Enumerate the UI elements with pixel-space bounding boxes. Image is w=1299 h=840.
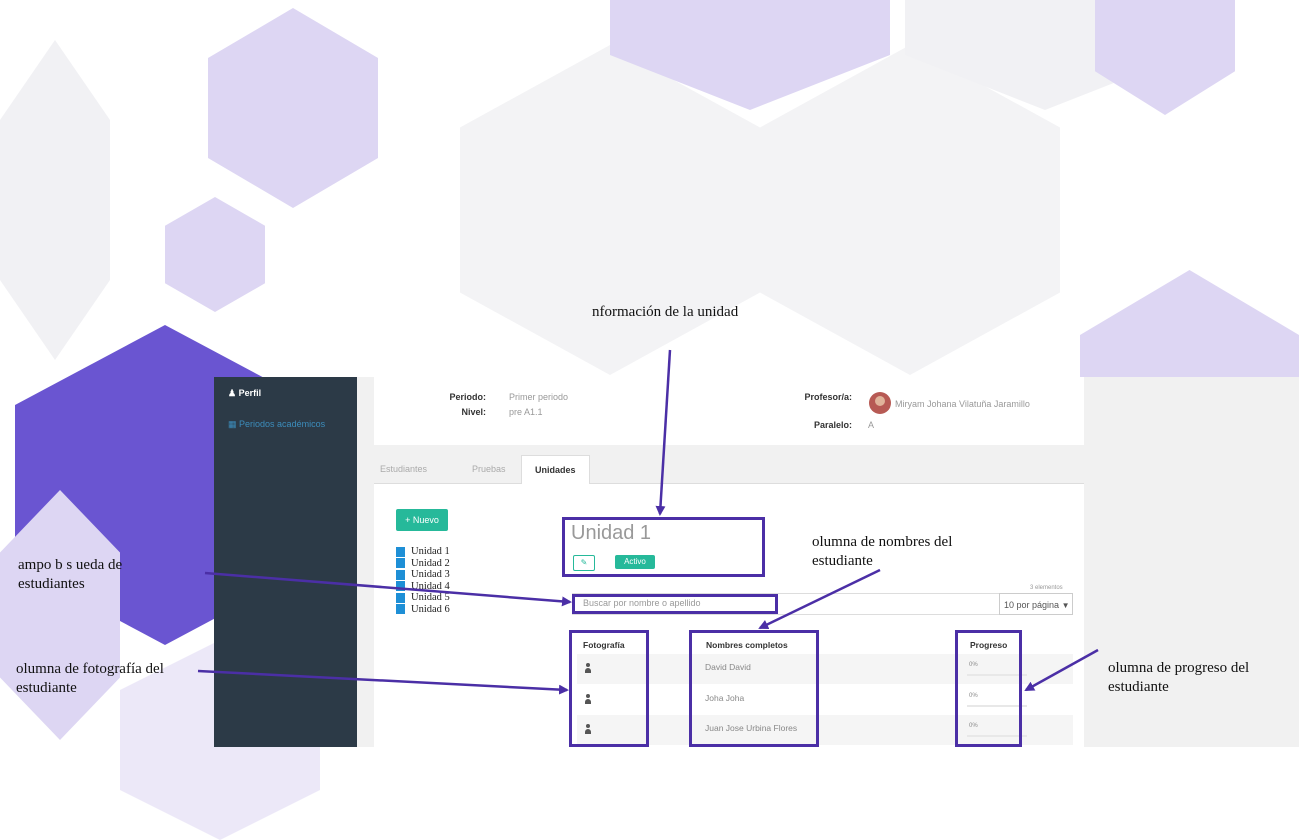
annotation-progress-column: olumna de progreso del estudiante: [1108, 660, 1250, 695]
annotation-unit-info: nformación de la unidad: [592, 304, 739, 320]
arrow-names-column: [758, 568, 881, 630]
annotation-photo-column: olumna de fotografía del estudiante: [16, 661, 164, 696]
annotation-names-column: olumna de nombres del estudiante: [812, 534, 953, 569]
arrow-unit-info: [655, 349, 672, 516]
arrow-progress-column: [1024, 648, 1099, 692]
arrow-search-field: [204, 571, 572, 607]
annotation-search-field: ampo b s ueda de estudiantes: [18, 557, 123, 592]
arrow-photo-column: [197, 669, 569, 695]
annotation-arrows: [197, 349, 1099, 695]
